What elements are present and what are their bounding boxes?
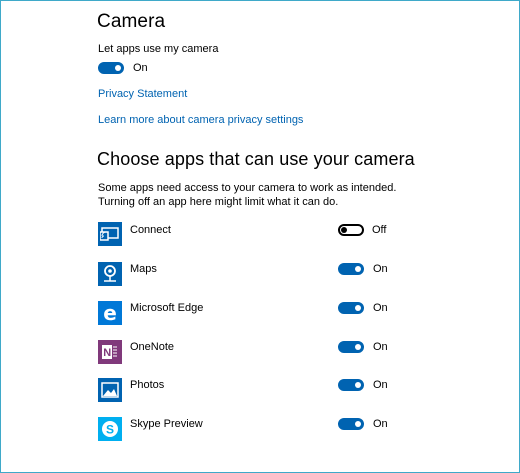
app-name-skype-preview: Skype Preview <box>130 418 203 430</box>
let-apps-use-camera-label: Let apps use my camera <box>98 43 219 55</box>
app-toggle-state-onenote: On <box>373 341 388 353</box>
toggle-knob <box>355 266 361 272</box>
app-toggle-state-connect: Off <box>372 224 387 236</box>
choose-apps-description-line2: Turning off an app here might limit what… <box>98 196 339 208</box>
choose-apps-heading: Choose apps that can use your camera <box>97 149 415 169</box>
learn-more-camera-privacy-link[interactable]: Learn more about camera privacy settings <box>98 114 303 126</box>
maps-icon <box>98 262 122 286</box>
choose-apps-description-line1: Some apps need access to your camera to … <box>98 182 397 194</box>
app-toggle-connect[interactable] <box>338 224 364 236</box>
toggle-knob <box>341 227 347 233</box>
window-frame <box>0 0 520 473</box>
svg-text:N: N <box>103 347 111 359</box>
app-toggle-microsoft-edge[interactable] <box>338 302 364 314</box>
connect-icon <box>98 222 122 246</box>
camera-master-toggle-state: On <box>133 62 148 74</box>
app-name-microsoft-edge: Microsoft Edge <box>130 302 204 314</box>
camera-master-toggle[interactable] <box>98 62 124 74</box>
onenote-icon: N <box>98 340 122 364</box>
edge-icon: e <box>98 301 122 325</box>
toggle-knob <box>115 65 121 71</box>
app-name-maps: Maps <box>130 263 157 275</box>
app-toggle-photos[interactable] <box>338 379 364 391</box>
app-name-photos: Photos <box>130 379 165 391</box>
app-name-connect: Connect <box>130 224 171 236</box>
toggle-knob <box>355 305 361 311</box>
svg-text:S: S <box>106 423 114 437</box>
page-title: Camera <box>97 11 166 32</box>
app-toggle-state-microsoft-edge: On <box>373 302 388 314</box>
app-toggle-state-maps: On <box>373 263 388 275</box>
app-toggle-state-skype-preview: On <box>373 418 388 430</box>
app-toggle-onenote[interactable] <box>338 341 364 353</box>
toggle-knob <box>355 344 361 350</box>
app-toggle-maps[interactable] <box>338 263 364 275</box>
app-toggle-state-photos: On <box>373 379 388 391</box>
photos-icon <box>98 378 122 402</box>
toggle-knob <box>355 382 361 388</box>
edge-glyph: e <box>103 301 117 325</box>
app-toggle-skype-preview[interactable] <box>338 418 364 430</box>
skype-icon: S <box>98 417 122 441</box>
app-name-onenote: OneNote <box>130 341 175 353</box>
privacy-statement-link[interactable]: Privacy Statement <box>98 88 187 100</box>
toggle-knob <box>355 421 361 427</box>
